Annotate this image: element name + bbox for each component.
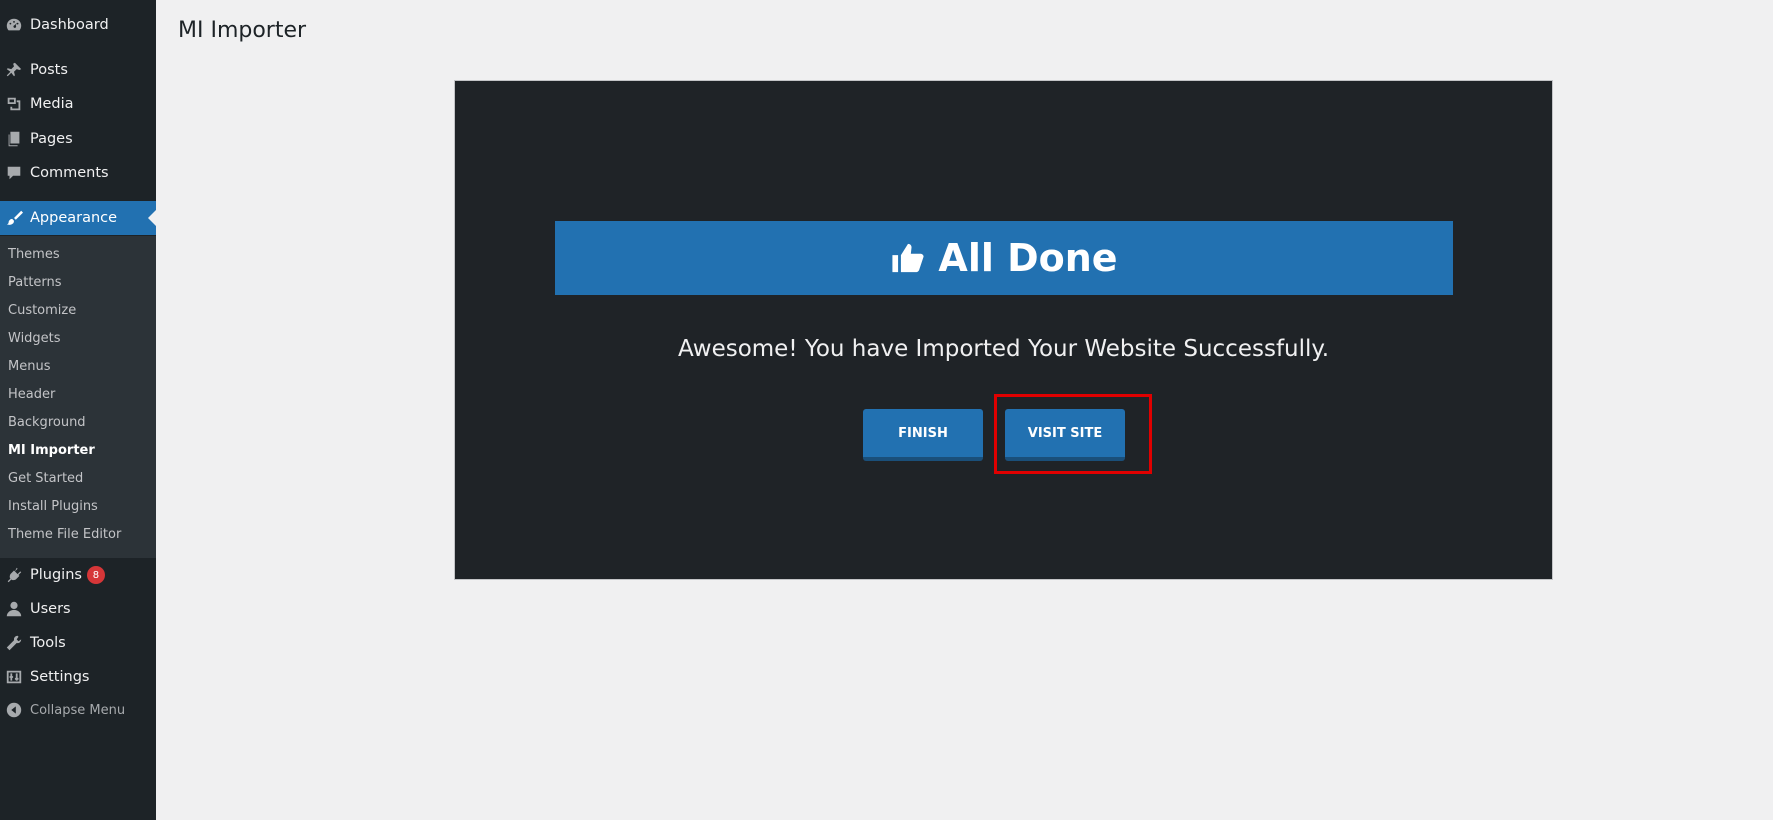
submenu-item-widgets[interactable]: Widgets (8, 331, 61, 346)
submenu-item-customize[interactable]: Customize (8, 303, 76, 318)
sidebar-item-label: Posts (30, 62, 68, 78)
thumbs-up-icon (892, 243, 924, 273)
comment-icon (0, 164, 30, 182)
dashboard-icon (0, 16, 30, 34)
submenu-item-install-plugins[interactable]: Install Plugins (8, 499, 98, 514)
import-complete-panel: All Done Awesome! You have Imported Your… (454, 80, 1553, 580)
sidebar-item-label: Media (30, 96, 74, 112)
media-icon (0, 95, 30, 113)
collapse-menu-button[interactable]: Collapse Menu (0, 693, 156, 727)
finish-button[interactable]: FINISH (863, 409, 983, 461)
sidebar-item-label: Tools (30, 635, 66, 651)
sidebar-item-plugins[interactable]: Plugins 8 (0, 558, 156, 592)
sidebar-item-dashboard[interactable]: Dashboard (0, 8, 156, 42)
all-done-banner: All Done (555, 221, 1453, 295)
sidebar-item-pages[interactable]: Pages (0, 122, 156, 156)
submenu-item-theme-file-editor[interactable]: Theme File Editor (8, 527, 121, 542)
submenu-item-patterns[interactable]: Patterns (8, 275, 62, 290)
sidebar-item-label: Pages (30, 131, 73, 147)
success-message: Awesome! You have Imported Your Website … (677, 336, 1330, 362)
pages-icon (0, 130, 30, 148)
sidebar-item-label: Collapse Menu (30, 702, 126, 718)
sidebar-item-label: Settings (30, 669, 90, 685)
sidebar-item-comments[interactable]: Comments (0, 156, 156, 190)
page-title: MI Importer (178, 18, 307, 43)
user-icon (0, 600, 30, 618)
sidebar-item-label: Dashboard (30, 17, 109, 33)
submenu-item-background[interactable]: Background (8, 415, 86, 430)
pin-icon (0, 61, 30, 79)
settings-icon (0, 668, 30, 686)
wrench-icon (0, 634, 30, 652)
sidebar-item-users[interactable]: Users (0, 592, 156, 626)
sidebar-item-label: Appearance (30, 210, 118, 226)
sidebar-item-tools[interactable]: Tools (0, 626, 156, 660)
plugin-icon (0, 566, 30, 584)
submenu-item-themes[interactable]: Themes (8, 247, 60, 262)
collapse-icon (0, 701, 30, 719)
sidebar-item-label: Comments (30, 165, 109, 181)
current-indicator (148, 210, 156, 226)
sidebar-item-settings[interactable]: Settings (0, 660, 156, 694)
sidebar-item-posts[interactable]: Posts (0, 53, 156, 87)
sidebar-item-label: Plugins (30, 567, 82, 583)
admin-sidebar: Dashboard Posts Media Pages Comments App… (0, 0, 156, 820)
update-count-badge: 8 (86, 566, 105, 584)
sidebar-item-appearance[interactable]: Appearance (0, 201, 156, 235)
banner-title: All Done (938, 236, 1118, 280)
appearance-submenu: Themes Patterns Customize Widgets Menus … (0, 236, 156, 558)
submenu-item-header[interactable]: Header (8, 387, 55, 402)
submenu-item-mi-importer[interactable]: MI Importer (8, 443, 95, 458)
sidebar-item-media[interactable]: Media (0, 87, 156, 121)
sidebar-item-label: Users (30, 601, 71, 617)
submenu-item-menus[interactable]: Menus (8, 359, 50, 374)
highlight-box (994, 394, 1152, 474)
submenu-item-get-started[interactable]: Get Started (8, 471, 83, 486)
paintbrush-icon (0, 209, 30, 227)
